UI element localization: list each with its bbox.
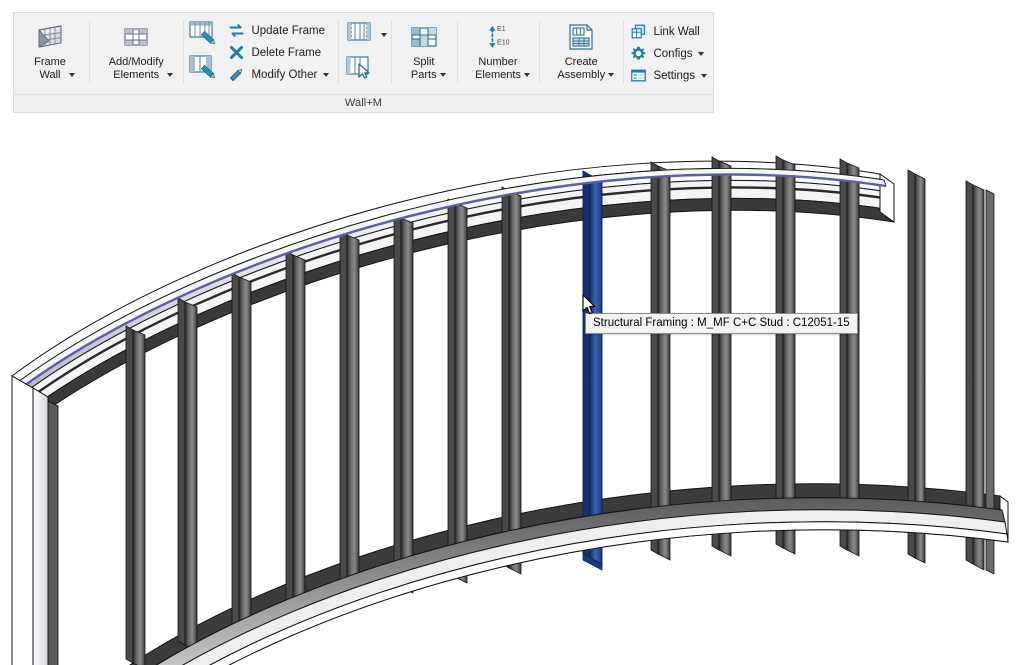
gear-icon xyxy=(629,45,647,63)
stud-8[interactable] xyxy=(447,198,468,584)
update-frame-icon-button[interactable] xyxy=(186,19,220,51)
number-elements-label: Number Elements xyxy=(475,56,530,81)
stud-7[interactable] xyxy=(393,213,414,594)
ribbon-panel-wall-m: Frame Wall Add/Modify Elements Update Fr… xyxy=(13,12,714,113)
ribbon-group-frame-edit: Update Frame Delete Frame Modify Other xyxy=(186,15,335,94)
chevron-down-icon[interactable] xyxy=(608,73,615,77)
ribbon-group-wall-select xyxy=(342,15,388,94)
update-frame-button[interactable]: Update Frame xyxy=(224,20,335,41)
create-assembly-button[interactable]: Create Assembly xyxy=(542,15,620,84)
chevron-down-icon[interactable] xyxy=(68,73,75,77)
wall-layers-icon xyxy=(345,19,375,52)
settings-label: Settings xyxy=(653,69,696,82)
frame-pencil-panel-icon xyxy=(188,53,218,86)
chevron-down-icon[interactable] xyxy=(323,72,330,77)
modify-other-button[interactable]: Modify Other xyxy=(224,64,335,85)
stud-11[interactable] xyxy=(650,161,671,561)
pencil-icon xyxy=(227,66,245,84)
stud-13[interactable] xyxy=(775,155,796,555)
wall-assembly xyxy=(11,155,1009,665)
number-elements-top-text: E1 xyxy=(497,26,506,33)
chevron-down-icon[interactable] xyxy=(701,73,708,78)
frame-pencil-grid-icon xyxy=(188,19,218,52)
ribbon-group-create-assembly: Create Assembly xyxy=(542,15,620,94)
stud-4[interactable] xyxy=(231,272,252,635)
x-mark-icon xyxy=(227,44,245,62)
stud-3[interactable] xyxy=(177,297,198,652)
refresh-arrows-icon xyxy=(227,22,245,40)
chevron-down-icon[interactable] xyxy=(439,73,446,77)
link-wall-button[interactable]: Link Wall xyxy=(626,21,713,42)
chevron-down-icon[interactable] xyxy=(166,73,173,77)
delete-frame-button[interactable]: Delete Frame xyxy=(224,42,335,63)
ribbon-button-row: Frame Wall Add/Modify Elements Update Fr… xyxy=(14,13,713,94)
frame-edit-command-column: Update Frame Delete Frame Modify Other xyxy=(224,15,335,85)
frame-wall-button[interactable]: Frame Wall xyxy=(14,15,86,84)
split-parts-icon xyxy=(408,21,440,53)
chevron-down-icon[interactable] xyxy=(523,73,530,77)
model-view-canvas[interactable] xyxy=(0,118,1024,665)
stud-9[interactable] xyxy=(501,186,522,575)
update-frame-label: Update Frame xyxy=(251,24,325,37)
configs-button[interactable]: Configs xyxy=(626,43,713,64)
ribbon-group-split-parts: Split Parts xyxy=(394,15,454,94)
delete-frame-label: Delete Frame xyxy=(251,46,322,59)
frame-edit-icon-column xyxy=(186,15,220,85)
frame-wall-label: Frame Wall xyxy=(34,56,75,81)
stud-group xyxy=(34,155,995,665)
left-end-cap-face xyxy=(32,387,49,665)
number-elements-icon: E1 E10 xyxy=(482,21,514,53)
modify-other-label: Modify Other xyxy=(251,68,318,81)
element-tooltip: Structural Framing : M_MF C+C Stud : C12… xyxy=(585,313,858,334)
ribbon-group-frame-wall: Frame Wall xyxy=(14,15,86,94)
wall-select-icon-column xyxy=(342,15,388,85)
link-wall-icon xyxy=(629,23,647,41)
modify-other-icon-button[interactable] xyxy=(186,53,220,85)
configs-label: Configs xyxy=(653,47,693,60)
ribbon-group-utilities: Link Wall Configs Settings xyxy=(626,15,713,94)
wall-layers-button[interactable] xyxy=(342,19,388,51)
create-assembly-icon xyxy=(565,21,597,53)
ribbon-group-add-modify: Add/Modify Elements xyxy=(92,15,180,94)
number-elements-bottom-text: E10 xyxy=(497,40,510,47)
split-parts-button[interactable]: Split Parts xyxy=(394,15,454,84)
settings-table-icon xyxy=(629,67,647,85)
add-modify-elements-button[interactable]: Add/Modify Elements xyxy=(92,15,180,84)
stud-6[interactable] xyxy=(339,230,360,606)
curved-framed-wall-3d xyxy=(11,155,1009,665)
frame-wall-icon xyxy=(34,21,66,53)
ribbon-panel-title: Wall+M xyxy=(14,94,713,112)
chevron-down-icon[interactable] xyxy=(380,33,387,37)
settings-button[interactable]: Settings xyxy=(626,65,713,86)
stud-14[interactable] xyxy=(839,158,860,557)
ribbon-group-number-elements: E1 E10 Number Elements xyxy=(460,15,536,94)
add-modify-elements-icon xyxy=(120,21,152,53)
stud-12[interactable] xyxy=(711,156,732,557)
left-end-cap-side xyxy=(11,375,34,665)
create-assembly-label: Create Assembly xyxy=(557,56,615,81)
wall-pick-cursor-icon xyxy=(344,53,374,86)
stud-10-selected[interactable] xyxy=(582,170,603,565)
chevron-down-icon[interactable] xyxy=(698,51,705,56)
stud-5[interactable] xyxy=(285,250,306,620)
wall-pick-button[interactable] xyxy=(342,53,376,85)
link-wall-label: Link Wall xyxy=(653,25,700,38)
split-parts-label: Split Parts xyxy=(411,56,446,81)
add-modify-elements-label: Add/Modify Elements xyxy=(109,56,173,81)
utilities-column: Link Wall Configs Settings xyxy=(626,15,713,86)
stud-2[interactable] xyxy=(125,325,146,665)
number-elements-button[interactable]: E1 E10 Number Elements xyxy=(460,15,536,84)
